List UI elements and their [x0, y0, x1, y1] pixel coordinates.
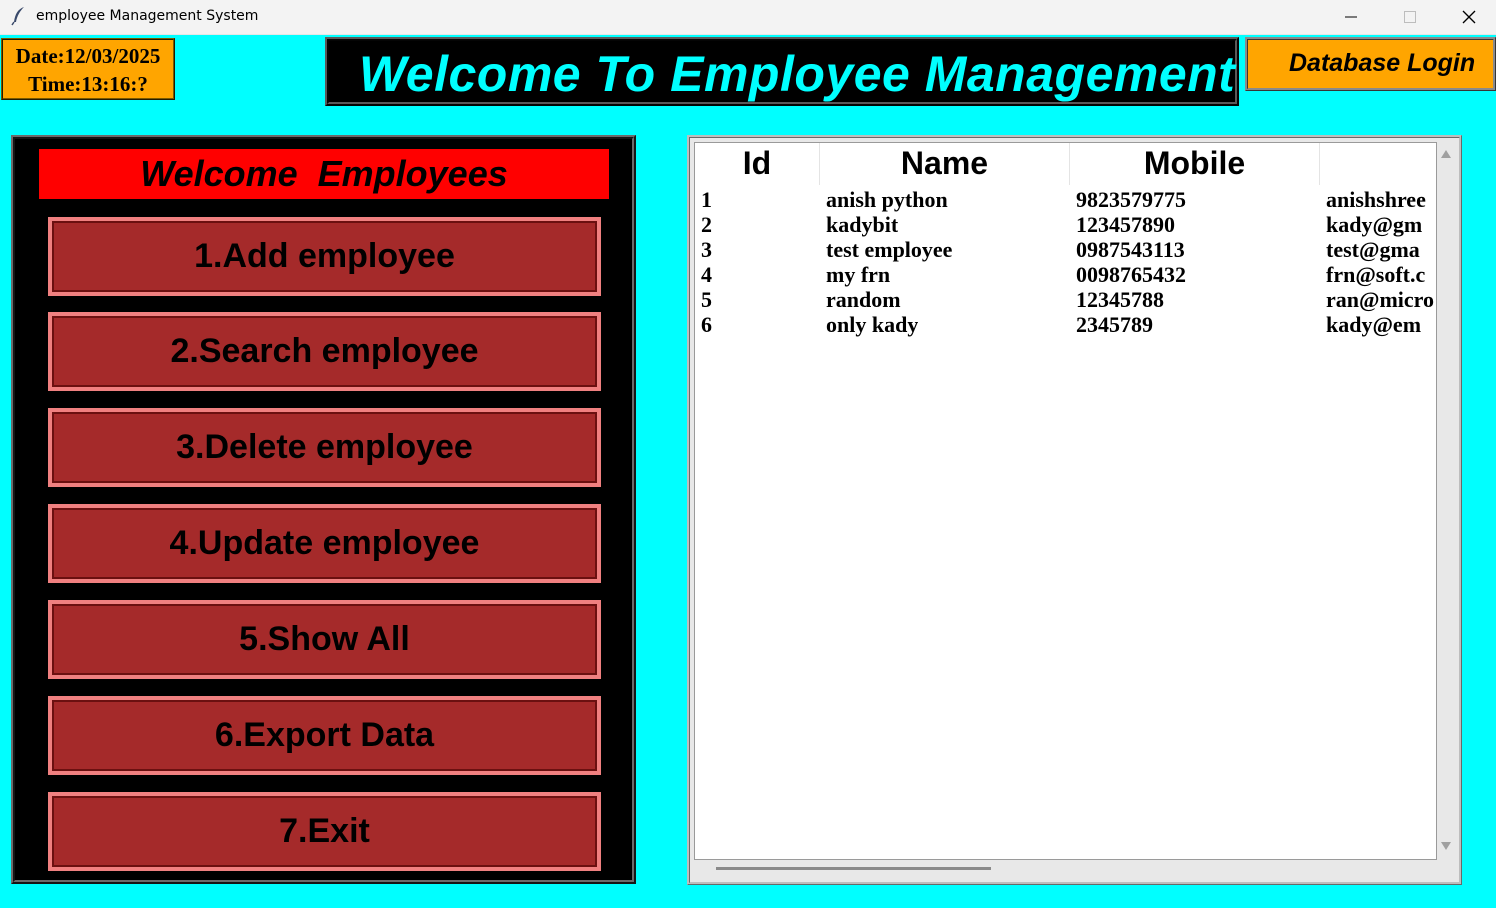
maximize-icon: [1404, 11, 1416, 23]
header-banner: Welcome To Employee Management: [325, 37, 1239, 106]
export-data-button[interactable]: 6.Export Data: [48, 696, 601, 775]
cell-id: 6: [701, 312, 712, 337]
datetime-panel: Date:12/03/2025 Time:13:16:?: [1, 38, 175, 100]
date-label: Date:12/03/2025: [15, 44, 161, 68]
close-button[interactable]: [1440, 0, 1496, 34]
close-icon: [1462, 10, 1476, 24]
cell-name: kadybit: [826, 212, 899, 237]
minimize-button[interactable]: [1322, 0, 1380, 34]
cell-email: frn@soft.c: [1326, 262, 1426, 287]
add-employee-button[interactable]: 1.Add employee: [48, 217, 601, 296]
cell-mobile: 123457890: [1076, 212, 1175, 237]
cell-id: 5: [701, 287, 712, 312]
feather-icon: [11, 7, 24, 26]
cell-name: anish python: [826, 187, 948, 212]
cell-name: my frn: [826, 262, 891, 287]
menu-panel: Welcome Employees 1.Add employee 2.Searc…: [11, 135, 636, 884]
window-title: employee Management System: [36, 8, 259, 24]
cell-id: 4: [701, 262, 712, 287]
table-row[interactable]: 4 my frn 0098765432 frn@soft.c: [695, 262, 1436, 287]
maximize-button[interactable]: [1381, 0, 1439, 34]
delete-employee-button[interactable]: 3.Delete employee: [48, 408, 601, 487]
cell-name: only kady: [826, 312, 919, 337]
table-row[interactable]: 1 anish python 9823579775 anishshree: [695, 187, 1436, 212]
show-all-button[interactable]: 5.Show All: [48, 600, 601, 679]
database-login-label: Database Login: [1289, 49, 1476, 77]
cell-email: test@gma: [1326, 237, 1420, 262]
employee-table-panel: Id Name Mobile 1 anish python 9823579775…: [687, 135, 1462, 885]
cell-email: kady@em: [1326, 312, 1422, 337]
scroll-up-icon[interactable]: [1441, 150, 1451, 158]
column-header-mobile[interactable]: Mobile: [1070, 143, 1320, 185]
table-row[interactable]: 5 random 12345788 ran@micro: [695, 287, 1436, 312]
horizontal-scrollbar[interactable]: [694, 860, 1435, 878]
page-title: Welcome To Employee Management: [359, 46, 1236, 102]
employee-table[interactable]: Id Name Mobile 1 anish python 9823579775…: [694, 142, 1437, 860]
cell-mobile: 9823579775: [1076, 187, 1186, 212]
column-header-id[interactable]: Id: [695, 143, 820, 185]
time-label: Time:13:16:?: [28, 72, 148, 96]
minimize-icon: [1345, 16, 1357, 18]
search-employee-button[interactable]: 2.Search employee: [48, 312, 601, 391]
cell-email: anishshree: [1326, 187, 1426, 212]
cell-name: random: [826, 287, 901, 312]
table-row[interactable]: 2 kadybit 123457890 kady@gm: [695, 212, 1436, 237]
table-row[interactable]: 6 only kady 2345789 kady@em: [695, 312, 1436, 337]
cell-id: 3: [701, 237, 712, 262]
table-row[interactable]: 3 test employee 0987543113 test@gma: [695, 237, 1436, 262]
exit-button[interactable]: 7.Exit: [48, 792, 601, 871]
window-titlebar: employee Management System: [0, 0, 1496, 35]
cell-email: kady@gm: [1326, 212, 1423, 237]
update-employee-button[interactable]: 4.Update employee: [48, 504, 601, 583]
table-header: Id Name Mobile: [695, 143, 1436, 185]
database-login-button[interactable]: Database Login: [1245, 37, 1496, 91]
cell-mobile: 2345789: [1076, 312, 1153, 337]
cell-id: 1: [701, 187, 712, 212]
scroll-down-icon[interactable]: [1441, 842, 1451, 850]
column-header-email[interactable]: [1320, 143, 1436, 185]
cell-mobile: 12345788: [1076, 287, 1164, 312]
cell-mobile: 0987543113: [1076, 237, 1185, 262]
column-header-name[interactable]: Name: [820, 143, 1070, 185]
vertical-scrollbar[interactable]: [1437, 142, 1454, 858]
cell-mobile: 0098765432: [1076, 262, 1186, 287]
horizontal-scroll-thumb[interactable]: [716, 867, 991, 870]
cell-id: 2: [701, 212, 712, 237]
menu-heading: Welcome Employees: [39, 149, 609, 199]
cell-email: ran@micro: [1326, 287, 1435, 312]
cell-name: test employee: [826, 237, 953, 262]
